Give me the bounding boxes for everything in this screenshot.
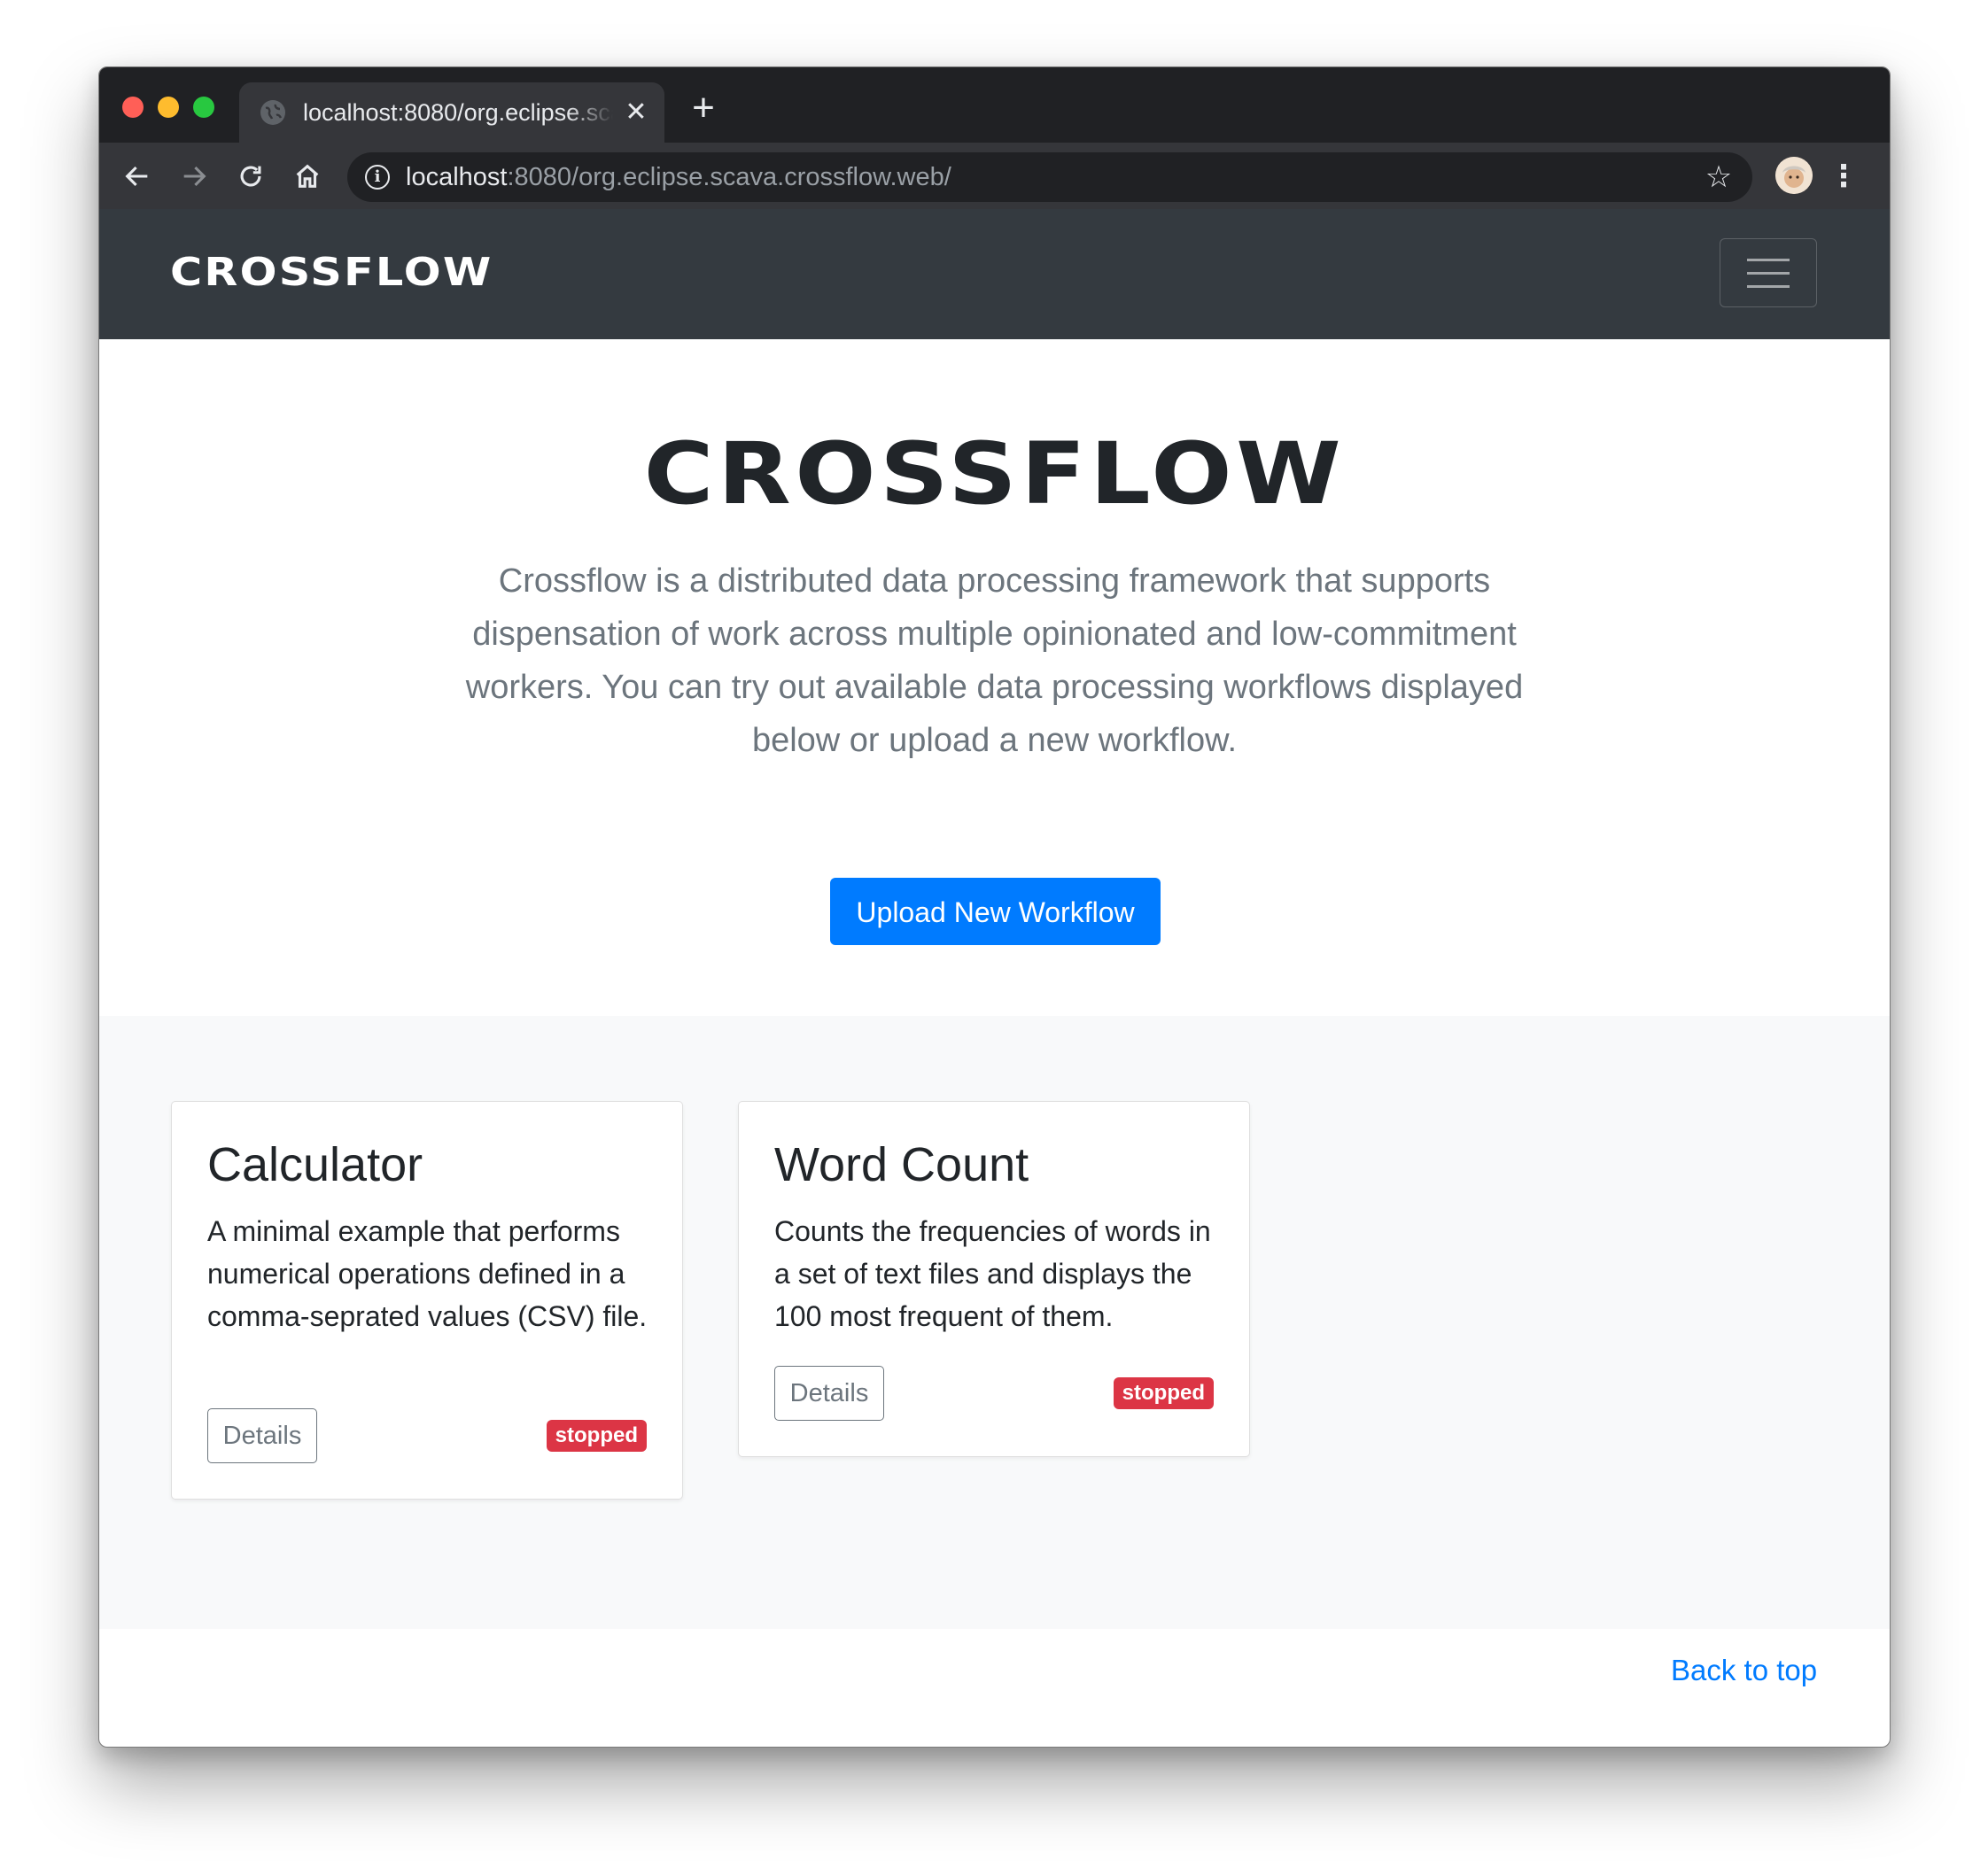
minimize-window-button[interactable] [158,97,179,118]
url-host: localhost [406,163,508,191]
avatar[interactable] [1775,157,1813,194]
hamburger-line-icon [1747,259,1790,261]
card-title: Word Count [774,1138,1029,1191]
forward-icon[interactable] [177,159,211,193]
menu-dots-icon[interactable]: ⋮ [1829,159,1859,194]
navbar-brand[interactable]: CROSSFLOW [170,253,493,292]
close-window-button[interactable] [122,97,144,118]
tab-strip: localhost:8080/org.eclipse.scava.crossfl… [99,67,1890,143]
hamburger-line-icon [1747,285,1790,288]
reload-icon[interactable] [234,159,268,193]
workflow-card-calculator: Calculator A minimal example that perfor… [171,1101,683,1500]
upload-workflow-button[interactable]: Upload New Workflow [830,878,1161,945]
hamburger-line-icon [1747,272,1790,275]
browser-tab[interactable]: localhost:8080/org.eclipse.scava.crossfl… [239,82,664,143]
card-title: Calculator [207,1138,423,1191]
globe-icon [260,100,285,125]
browser-window: localhost:8080/org.eclipse.scava.crossfl… [98,66,1891,1748]
hero-section: CROSSFLOW Crossflow is a distributed dat… [99,339,1890,1016]
card-description: A minimal example that performs numerica… [207,1215,648,1332]
back-to-top-link[interactable]: Back to top [1671,1652,1817,1689]
info-icon[interactable]: i [365,165,390,190]
hero-lead-text: Crossflow is a distributed data processi… [465,562,1524,759]
details-button[interactable]: Details [774,1366,884,1421]
hero-logo-text: CROSSFLOW [643,424,1346,523]
browser-toolbar: i localhost:8080/org.eclipse.scava.cross… [99,143,1890,209]
tab-close-icon[interactable]: ✕ [622,98,650,127]
status-badge: stopped [546,1420,647,1452]
app-navbar: CROSSFLOW [99,209,1890,339]
workflow-card-word-count: Word Count Counts the frequencies of wor… [738,1101,1250,1457]
back-icon[interactable] [120,159,154,193]
star-icon[interactable]: ☆ [1703,161,1735,193]
hero-logo: CROSSFLOW [99,431,1890,516]
tab-title: localhost:8080/org.eclipse.scava.crossfl… [303,99,613,126]
address-bar[interactable]: i localhost:8080/org.eclipse.scava.cross… [347,152,1752,202]
workflow-cards-section: Calculator A minimal example that perfor… [99,1016,1890,1629]
card-description: Counts the frequencies of words in a set… [774,1215,1211,1332]
home-icon[interactable] [291,159,324,193]
new-tab-button[interactable]: + [686,89,721,128]
url-text[interactable]: localhost:8080/org.eclipse.scava.crossfl… [406,161,951,193]
navbar-toggler-button[interactable] [1720,238,1817,307]
details-button[interactable]: Details [207,1408,317,1463]
maximize-window-button[interactable] [193,97,214,118]
status-badge: stopped [1113,1377,1214,1409]
url-path: :8080/org.eclipse.scava.crossflow.web/ [507,163,951,191]
